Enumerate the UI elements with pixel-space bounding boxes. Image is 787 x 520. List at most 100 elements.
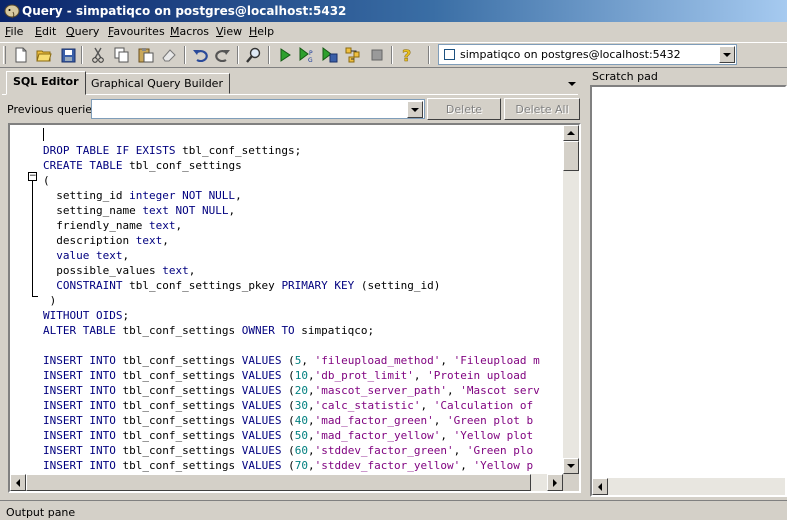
sql-text: tbl_conf_settings (115, 369, 242, 382)
code-line: CREATE TABLE tbl_conf_settings (43, 158, 242, 173)
cancel-query-icon[interactable] (368, 46, 386, 64)
chevron-down-icon[interactable] (719, 46, 735, 63)
sql-text: , (235, 189, 242, 202)
find-icon[interactable] (245, 46, 263, 64)
scroll-left-arrow-icon[interactable] (10, 474, 26, 491)
open-folder-icon[interactable] (35, 46, 53, 64)
sql-keyword: integer NOT NULL (129, 189, 236, 202)
sql-number: 60 (294, 444, 308, 457)
sql-text: , (440, 354, 454, 367)
sql-text: , (420, 399, 434, 412)
toolbar-grip[interactable] (3, 46, 6, 64)
sql-text: , (307, 414, 315, 427)
sql-text: simpatiqco; (294, 324, 375, 337)
clear-icon[interactable] (160, 46, 178, 64)
sql-keyword: text (135, 234, 163, 247)
sql-text: ( (281, 429, 295, 442)
sql-text: , (228, 204, 236, 217)
tab-sql-editor[interactable]: SQL Editor (6, 71, 86, 95)
toolbar-separator (428, 46, 430, 64)
code-line: value text, (43, 248, 129, 263)
chevron-down-icon[interactable] (407, 101, 423, 118)
explain-icon[interactable]: PG (298, 46, 316, 64)
copy-icon[interactable] (113, 46, 131, 64)
sql-keyword: OWNER TO (241, 324, 295, 337)
sql-text: , (447, 384, 461, 397)
scratch-pad-text[interactable] (590, 85, 787, 497)
editor-horizontal-scrollbar[interactable] (10, 474, 563, 491)
output-pane-label[interactable]: Output pane (6, 506, 75, 519)
code-line: CONSTRAINT tbl_conf_settings_pkey PRIMAR… (43, 278, 440, 293)
connection-checkbox[interactable] (444, 49, 455, 60)
sql-editor-text[interactable]: − DROP TABLE IF EXISTS tbl_conf_settings… (10, 125, 563, 474)
save-icon[interactable] (59, 46, 77, 64)
connection-select[interactable]: simpatiqco on postgres@localhost:5432 (438, 44, 737, 65)
sql-keyword: VALUES (241, 384, 282, 397)
sql-text: tbl_conf_settings (115, 429, 242, 442)
sql-text: ( (281, 354, 295, 367)
scroll-left-arrow-icon[interactable] (592, 478, 608, 495)
menu-file[interactable]: File (5, 25, 23, 38)
scratch-horizontal-scrollbar[interactable] (592, 478, 785, 495)
sql-keyword: text (162, 264, 189, 277)
sql-text: friendly_name (43, 219, 149, 232)
menu-query[interactable]: Query (66, 25, 99, 38)
execute-to-file-icon[interactable] (321, 46, 339, 64)
sql-text: ) (43, 294, 57, 307)
sql-string: 'Green plo (466, 444, 534, 457)
menu-edit[interactable]: Edit (35, 25, 56, 38)
vertical-scroll-thumb[interactable] (563, 141, 579, 171)
sql-editor[interactable]: − DROP TABLE IF EXISTS tbl_conf_settings… (8, 123, 581, 493)
scroll-right-arrow-icon[interactable] (547, 474, 563, 491)
sql-text: (setting_id) (354, 279, 441, 292)
sql-string: 'Yellow plot (453, 429, 534, 442)
scroll-down-arrow-icon[interactable] (563, 458, 579, 474)
code-line: INSERT INTO tbl_conf_settings VALUES (60… (43, 443, 533, 458)
delete-button[interactable]: Delete (427, 98, 501, 120)
code-line: setting_id integer NOT NULL, (43, 188, 242, 203)
fold-minus-icon[interactable]: − (28, 172, 37, 181)
scroll-up-arrow-icon[interactable] (563, 125, 579, 141)
paste-icon[interactable] (137, 46, 155, 64)
cut-icon[interactable] (89, 46, 107, 64)
sql-number: 40 (294, 414, 308, 427)
explain-analyze-icon[interactable] (344, 46, 362, 64)
sql-text: description (43, 234, 136, 247)
toolbar-separator (237, 46, 239, 64)
code-line: INSERT INTO tbl_conf_settings VALUES (70… (43, 458, 533, 473)
previous-queries-select[interactable] (91, 99, 425, 119)
sql-text: ( (281, 369, 295, 382)
delete-all-button[interactable]: Delete All (504, 98, 580, 120)
editor-vertical-scrollbar[interactable] (563, 125, 579, 474)
sql-text: tbl_conf_settings (115, 324, 242, 337)
sql-keyword: INSERT INTO (43, 459, 116, 472)
sql-keyword: VALUES (241, 354, 282, 367)
new-file-icon[interactable] (12, 46, 30, 64)
tab-graphical-query-builder[interactable]: Graphical Query Builder (84, 73, 230, 94)
sql-text: tbl_conf_settings (115, 414, 242, 427)
sql-text: ( (281, 384, 295, 397)
redo-icon[interactable] (214, 46, 232, 64)
sql-text: , (433, 414, 448, 427)
undo-icon[interactable] (191, 46, 209, 64)
execute-icon[interactable] (276, 46, 294, 64)
sql-string: 'Yellow p (473, 459, 534, 472)
menu-favourites[interactable]: Favourites (108, 25, 165, 38)
sql-keyword: value text (56, 249, 123, 262)
scratch-pad-pane: Scratch pad (589, 68, 787, 498)
menu-view[interactable]: View (216, 25, 242, 38)
help-icon[interactable]: ? (398, 46, 416, 64)
sql-string: 'Protein upload (427, 369, 527, 382)
horizontal-scroll-thumb[interactable] (26, 474, 531, 491)
code-line: ( (43, 173, 50, 188)
code-line: DROP TABLE IF EXISTS tbl_conf_settings; (43, 143, 301, 158)
menu-help[interactable]: Help (249, 25, 274, 38)
tab-menu-arrow-icon[interactable] (568, 82, 576, 86)
sql-keyword: PRIMARY KEY (281, 279, 355, 292)
sql-text: , (440, 429, 454, 442)
sql-text: , (413, 369, 428, 382)
menu-macros[interactable]: Macros (170, 25, 209, 38)
sql-text: ( (281, 399, 295, 412)
sql-text: , (460, 459, 474, 472)
